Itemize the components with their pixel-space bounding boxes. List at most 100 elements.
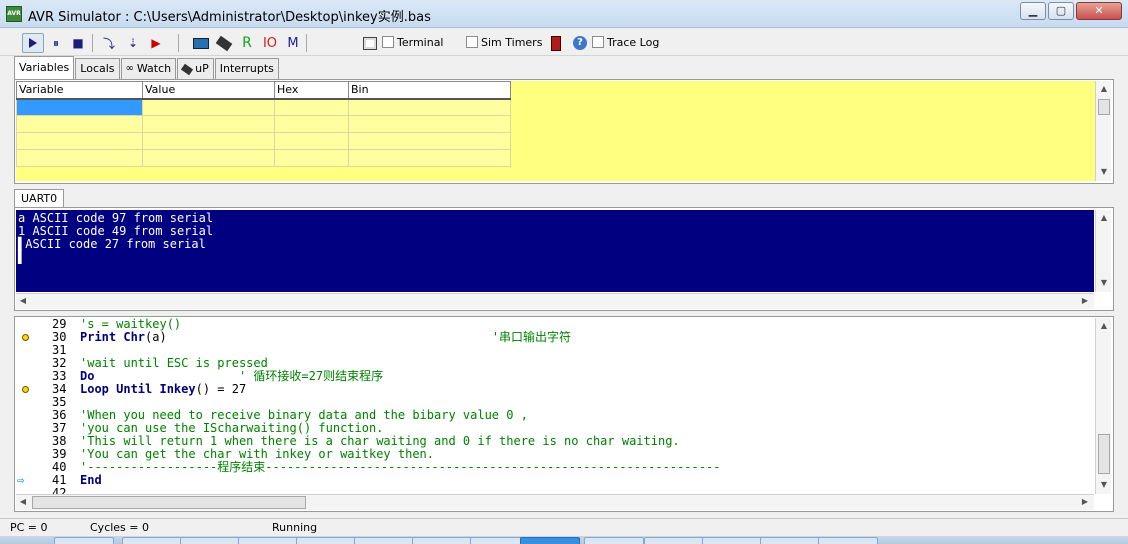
- tab-locals[interactable]: Locals: [75, 58, 120, 79]
- code-text: Print Chr(a) '串口输出字符: [80, 331, 571, 344]
- taskbar: [0, 536, 1128, 544]
- code-token: 'When you need to receive binary data an…: [80, 408, 528, 422]
- variables-grid[interactable]: Variable Value Hex Bin: [16, 81, 511, 167]
- scroll-down-icon[interactable]: ▼: [1099, 167, 1109, 177]
- taskbar-item[interactable]: [584, 537, 644, 544]
- code-line[interactable]: ⇨ 41 End: [16, 474, 1094, 487]
- col-bin[interactable]: Bin: [348, 81, 511, 100]
- toolbar: ⏸ ■ ⤵ ⇣ ▶ R IO M Terminal Sim Timers ? T…: [0, 30, 1128, 56]
- title-bar: AVR AVR Simulator : C:\Users\Administrat…: [0, 0, 1128, 28]
- play-icon: [29, 38, 37, 48]
- help-icon[interactable]: ?: [572, 33, 588, 53]
- scroll-down-icon[interactable]: ▼: [1099, 480, 1109, 490]
- memory-button[interactable]: M: [284, 33, 302, 53]
- code-token: (a): [145, 330, 167, 344]
- sim-timers-label: Sim Timers: [481, 36, 543, 49]
- pause-button[interactable]: ⏸: [46, 33, 66, 53]
- scroll-thumb[interactable]: [32, 496, 306, 509]
- registers-button[interactable]: R: [238, 33, 256, 53]
- taskbar-item[interactable]: [238, 537, 298, 544]
- editor-vscrollbar[interactable]: ▲ ▼: [1095, 318, 1111, 494]
- code-line[interactable]: 40 '------------------程序结束---------------…: [16, 461, 1094, 474]
- col-hex[interactable]: Hex: [274, 81, 349, 100]
- code-token: '------------------程序结束-----------------…: [80, 460, 721, 474]
- scroll-down-icon[interactable]: ▼: [1099, 278, 1109, 288]
- tab-watch[interactable]: ∞ Watch: [120, 58, 177, 79]
- uart-terminal[interactable]: a ASCII code 97 from serial 1 ASCII code…: [16, 210, 1094, 292]
- table-row[interactable]: [16, 149, 511, 167]
- stop-button[interactable]: ■: [68, 33, 88, 53]
- tab-up[interactable]: uP: [177, 58, 214, 79]
- code-text: End: [80, 474, 102, 487]
- minimize-button[interactable]: ▁: [1020, 2, 1046, 20]
- taskbar-item[interactable]: [702, 537, 762, 544]
- code-token: '串口输出字符: [166, 330, 572, 344]
- maximize-button[interactable]: ▢: [1048, 2, 1074, 20]
- close-button[interactable]: ✕: [1076, 2, 1122, 20]
- col-variable[interactable]: Variable: [16, 81, 143, 100]
- taskbar-item-active[interactable]: [520, 537, 580, 544]
- taskbar-item[interactable]: [296, 537, 356, 544]
- code-text: '------------------程序结束-----------------…: [80, 461, 720, 474]
- code-token: 'You can get the char with inkey or wait…: [80, 447, 435, 461]
- code-token: 'wait until ESC is pressed: [80, 356, 268, 370]
- step-into-button[interactable]: ⤵: [98, 33, 120, 53]
- tab-variables[interactable]: Variables: [14, 56, 75, 79]
- code-token: 'This will return 1 when there is a char…: [80, 434, 680, 448]
- breakpoint-marker-icon[interactable]: [22, 386, 29, 393]
- scroll-up-icon[interactable]: ▲: [1099, 213, 1109, 223]
- taskbar-item[interactable]: [760, 537, 820, 544]
- code-editor[interactable]: 29's = waitkey() 30 Print Chr(a) '串口输出字符 31…: [16, 318, 1094, 494]
- code-line[interactable]: 34 Loop Until Inkey() = 27: [16, 383, 1094, 396]
- uart-vscrollbar[interactable]: ▲ ▼: [1095, 210, 1111, 292]
- scroll-left-icon[interactable]: ◀: [18, 497, 28, 507]
- code-line[interactable]: 30 Print Chr(a) '串口输出字符: [16, 331, 1094, 344]
- terminal-icon[interactable]: [362, 33, 378, 53]
- taskbar-item[interactable]: [54, 537, 114, 544]
- col-value[interactable]: Value: [142, 81, 275, 100]
- uart-hscrollbar[interactable]: ◀ ▶: [16, 293, 1094, 309]
- code-line[interactable]: 42: [16, 487, 1094, 495]
- chip-icon: [215, 35, 233, 51]
- current-line-arrow-icon: ⇨: [17, 473, 25, 487]
- scroll-thumb[interactable]: [1098, 99, 1110, 115]
- code-token: Loop Until Inkey: [80, 382, 196, 396]
- scroll-thumb[interactable]: [1098, 434, 1110, 474]
- glasses-icon: ∞: [125, 63, 134, 74]
- device-icon[interactable]: [548, 33, 564, 53]
- variables-scrollbar[interactable]: ▲ ▼: [1095, 81, 1111, 181]
- scroll-right-icon[interactable]: ▶: [1080, 497, 1090, 507]
- debug-tabs: Variables Locals ∞ Watch uP Interrupts: [14, 56, 280, 80]
- taskbar-item[interactable]: [354, 537, 414, 544]
- step-over-button[interactable]: ⇣: [122, 33, 144, 53]
- table-row[interactable]: [16, 115, 511, 133]
- code-token: ' 循环接收=27则结束程序: [94, 369, 384, 383]
- trace-log-checkbox[interactable]: [592, 36, 604, 48]
- terminal-checkbox[interactable]: [382, 36, 394, 48]
- sim-timers-checkbox[interactable]: [466, 36, 478, 48]
- taskbar-item[interactable]: [644, 537, 704, 544]
- lcd-button[interactable]: [190, 33, 212, 53]
- io-button[interactable]: IO: [260, 33, 280, 53]
- chip-button[interactable]: [214, 33, 234, 53]
- editor-hscrollbar[interactable]: ◀ ▶: [16, 494, 1094, 510]
- table-row[interactable]: [16, 132, 511, 150]
- status-cycles: Cycles = 0: [90, 521, 150, 534]
- taskbar-item[interactable]: [818, 537, 878, 544]
- scroll-left-icon[interactable]: ◀: [18, 296, 28, 306]
- taskbar-item[interactable]: [180, 537, 240, 544]
- run-to-cursor-button[interactable]: ▶: [146, 33, 166, 53]
- scroll-up-icon[interactable]: ▲: [1099, 321, 1109, 331]
- scroll-up-icon[interactable]: ▲: [1099, 84, 1109, 94]
- avr-app-icon: AVR: [6, 6, 22, 22]
- run-button[interactable]: [22, 33, 44, 53]
- tab-interrupts[interactable]: Interrupts: [214, 58, 279, 79]
- taskbar-item[interactable]: [412, 537, 472, 544]
- breakpoint-marker-icon[interactable]: [22, 334, 29, 341]
- uart-line: ▌: [18, 250, 26, 264]
- table-row[interactable]: [16, 98, 511, 116]
- tab-uart0[interactable]: UART0: [14, 189, 65, 208]
- taskbar-item[interactable]: [122, 537, 182, 544]
- code-token: End: [80, 473, 102, 487]
- scroll-right-icon[interactable]: ▶: [1080, 296, 1090, 306]
